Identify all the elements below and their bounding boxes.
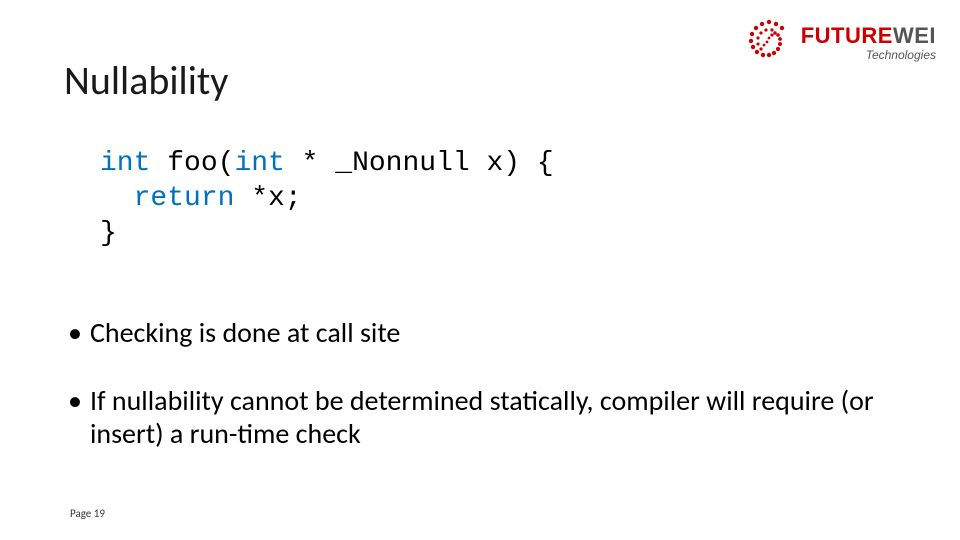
logo-word-red: FUTURE xyxy=(801,23,893,48)
bullet-dot-icon: • xyxy=(68,384,82,451)
page-number: Page 19 xyxy=(70,507,105,520)
logo-subtext: Technologies xyxy=(801,49,936,61)
bullet-text: Checking is done at call site xyxy=(90,316,900,350)
code-text: *x; xyxy=(234,183,301,214)
bullet-list: • Checking is done at call site • If nul… xyxy=(68,316,900,485)
kw-int: int xyxy=(100,148,150,179)
bullet-dot-icon: • xyxy=(68,316,82,350)
logo-wordmark: FUTUREWEI xyxy=(801,25,936,47)
logo-word-gray: WEI xyxy=(893,23,936,48)
slide: FUTUREWEI Technologies Nullability int f… xyxy=(0,0,960,540)
code-text: } xyxy=(100,218,117,249)
logo: FUTUREWEI Technologies xyxy=(739,16,936,70)
bullet-text: If nullability cannot be determined stat… xyxy=(90,384,900,451)
code-text xyxy=(100,183,134,214)
bullet-item: • If nullability cannot be determined st… xyxy=(68,384,900,451)
code-text: foo( xyxy=(150,148,234,179)
code-block: int foo(int * _Nonnull x) { return *x; } xyxy=(100,146,554,251)
kw-int: int xyxy=(234,148,284,179)
kw-return: return xyxy=(134,183,235,214)
bullet-item: • Checking is done at call site xyxy=(68,316,900,350)
slide-title: Nullability xyxy=(64,56,228,105)
code-text: * _Nonnull x) { xyxy=(285,148,554,179)
logo-text: FUTUREWEI Technologies xyxy=(801,25,936,61)
logo-mark-icon xyxy=(739,16,793,70)
